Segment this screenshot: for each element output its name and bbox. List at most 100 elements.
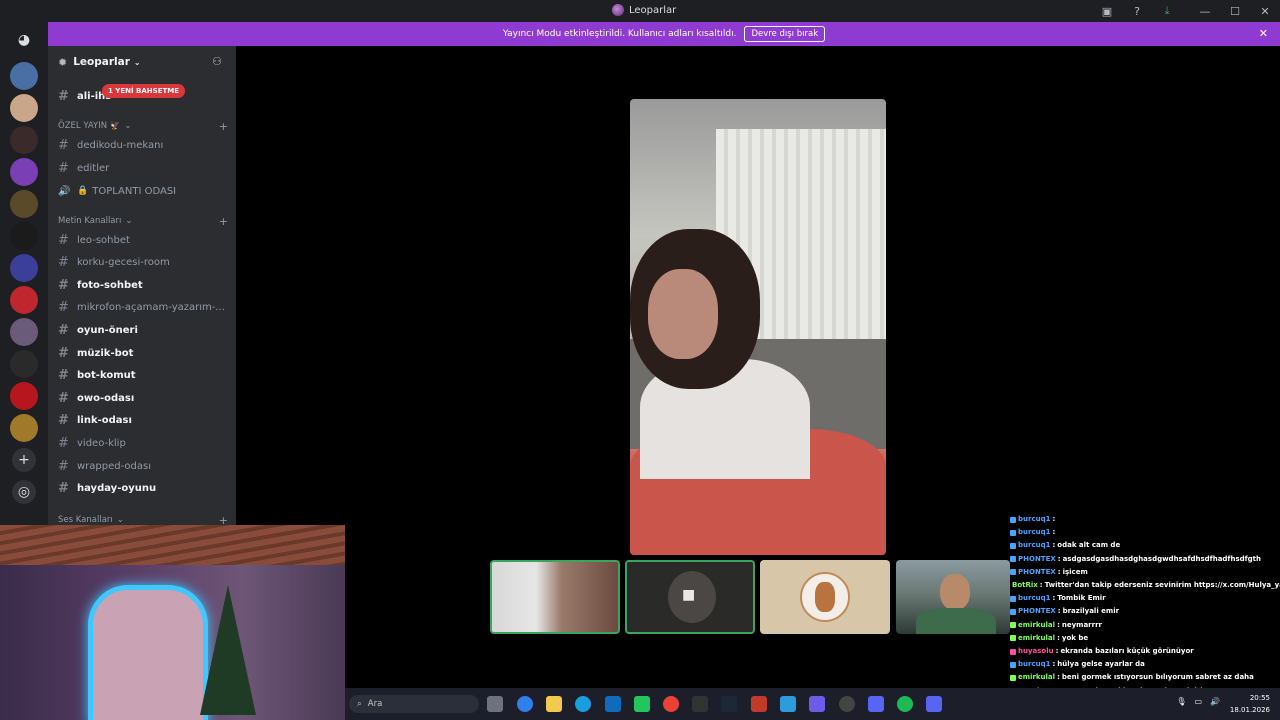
server-icon[interactable] [10, 158, 38, 186]
close-banner-icon[interactable]: ✕ [1259, 27, 1268, 40]
participant-tile-2[interactable]: ■ [625, 560, 755, 634]
participant-tile-3[interactable] [760, 560, 890, 634]
server-icon[interactable] [10, 414, 38, 442]
hash-icon: # [58, 88, 69, 104]
minimize-icon[interactable]: — [1190, 5, 1220, 18]
server-icon[interactable] [10, 94, 38, 122]
app-icon[interactable] [780, 696, 796, 712]
download-icon[interactable]: ⤓ [1152, 4, 1182, 18]
volume-icon[interactable]: 🔊 [1210, 697, 1220, 706]
create-channel-icon[interactable]: + [219, 514, 228, 526]
taskbar: ⌕ Ara 🎙 ▭ 🔊 20:55 18.01.2026 [345, 688, 1280, 720]
text-channel[interactable]: # video-klip [58, 433, 228, 453]
text-channel[interactable]: # oyun-öneri [58, 320, 228, 340]
text-channel[interactable]: # link-odası [58, 411, 228, 431]
category-ses-kanallari[interactable]: Ses Kanalları ⌄ + [58, 512, 228, 526]
epic-games-icon[interactable] [692, 696, 708, 712]
chevron-down-icon: ⌄ [124, 121, 132, 131]
help-icon[interactable]: ? [1122, 5, 1152, 18]
edge-icon[interactable] [575, 696, 591, 712]
server-header[interactable]: ✹ Leoparlar ⌄ ⚇ [48, 46, 236, 78]
chat-username: emirkulal [1018, 673, 1056, 682]
add-server-icon[interactable]: + [12, 448, 36, 472]
chat-username: burcuq1 [1018, 660, 1051, 669]
close-window-icon[interactable]: ✕ [1250, 5, 1280, 18]
app-icon[interactable] [868, 696, 884, 712]
category-label: ÖZEL YAYIN 🦅 [58, 121, 121, 131]
app-icon[interactable] [809, 696, 825, 712]
server-icon[interactable] [10, 318, 38, 346]
text-channel[interactable]: # müzik-bot [58, 343, 228, 363]
maximize-icon[interactable]: ☐ [1220, 5, 1250, 18]
channel-name: leo-sohbet [77, 234, 130, 246]
badge-icon [1010, 622, 1016, 629]
create-channel-icon[interactable]: + [219, 215, 228, 228]
server-icon[interactable] [10, 254, 38, 282]
channel-name: müzik-bot [77, 347, 134, 359]
steam-icon[interactable] [721, 696, 737, 712]
chat-separator: : [1057, 554, 1061, 563]
channel-dedikodu-mekani[interactable]: # dedikodu-mekanı [58, 135, 228, 155]
chat-message: BotRix: Twitter'dan takip ederseniz sevin… [1010, 579, 1280, 592]
chat-username: PHONTEX [1018, 607, 1056, 616]
hash-icon: # [58, 300, 69, 316]
focused-video-stream[interactable] [630, 99, 886, 555]
kick-icon[interactable] [634, 696, 650, 712]
text-channel[interactable]: # foto-sohbet [58, 275, 228, 295]
text-channel[interactable]: # bot-komut [58, 366, 228, 386]
inbox-icon[interactable]: ▣ [1092, 5, 1122, 18]
channel-name: mikrofon-açamam-yazarım-... [77, 302, 225, 314]
copilot-icon[interactable] [517, 696, 533, 712]
discord-icon[interactable] [926, 696, 942, 712]
christmas-tree [200, 585, 256, 715]
obs-icon[interactable] [839, 696, 855, 712]
text-channel[interactable]: # hayday-oyunu [58, 479, 228, 499]
clock[interactable]: 20:55 18.01.2026 [1230, 692, 1270, 716]
app-icon[interactable] [751, 696, 767, 712]
chat-separator: : [1057, 673, 1060, 682]
server-icon[interactable] [10, 350, 38, 378]
clock-date: 18.01.2026 [1229, 706, 1270, 714]
chat-text: brazilyali emir [1062, 607, 1120, 616]
server-icon[interactable] [10, 382, 38, 410]
explore-servers-icon[interactable]: ◎ [12, 480, 36, 504]
microphone-icon[interactable]: 🎙 [1176, 697, 1186, 706]
hash-icon: # [58, 435, 69, 451]
server-icon[interactable] [10, 286, 38, 314]
category-metin-kanallari[interactable]: Metin Kanalları ⌄ + [58, 213, 228, 229]
participant-tile-1[interactable] [490, 560, 620, 634]
participant-tile-4[interactable] [896, 560, 1010, 634]
taskbar-search[interactable]: ⌕ Ara [349, 695, 479, 713]
voice-channel-toplanti-odasi[interactable]: 🔊 🔒 TOPLANTI ODASI [58, 181, 228, 201]
text-channel[interactable]: # mikrofon-açamam-yazarım-... [58, 298, 228, 318]
server-icon[interactable] [10, 62, 38, 90]
spotify-icon[interactable] [897, 696, 913, 712]
hash-icon: # [58, 390, 69, 406]
avatar [800, 572, 850, 622]
discord-home-icon[interactable]: ◕ [10, 26, 38, 54]
text-channel[interactable]: # korku-gecesi-room [58, 253, 228, 273]
channel-editler[interactable]: # editler [58, 158, 228, 178]
outlook-icon[interactable] [605, 696, 621, 712]
category-ozel-yayin[interactable]: ÖZEL YAYIN 🦅 ⌄ + [58, 118, 228, 134]
badge-icon [1010, 609, 1016, 616]
chat-message: PHONTEX: işicem [1010, 566, 1280, 579]
chat-username: burcuq1 [1018, 541, 1051, 550]
network-icon[interactable]: ▭ [1194, 697, 1202, 706]
new-mention-badge[interactable]: 1 YENİ BAHSETME [102, 84, 186, 98]
chat-username: burcuq1 [1018, 528, 1051, 537]
screen: Leoparlar ▣ ? ⤓ — ☐ ✕ ◕ + ◎ Yayıncı Modu… [0, 0, 1280, 720]
task-view-icon[interactable] [487, 696, 503, 712]
server-icon[interactable] [10, 126, 38, 154]
invite-people-icon[interactable]: ⚇ [212, 55, 222, 68]
chat-text: ekranda bazıları küçük görünüyor [1060, 647, 1194, 656]
text-channel[interactable]: # owo-odası [58, 388, 228, 408]
text-channel[interactable]: # wrapped-odası [58, 456, 228, 476]
text-channel[interactable]: # leo-sohbet [58, 230, 228, 250]
server-icon[interactable] [10, 222, 38, 250]
file-explorer-icon[interactable] [546, 696, 562, 712]
create-channel-icon[interactable]: + [219, 120, 228, 133]
chrome-icon[interactable] [663, 696, 679, 712]
server-icon[interactable] [10, 190, 38, 218]
disable-streamer-mode-button[interactable]: Devre dışı bırak [744, 26, 826, 42]
